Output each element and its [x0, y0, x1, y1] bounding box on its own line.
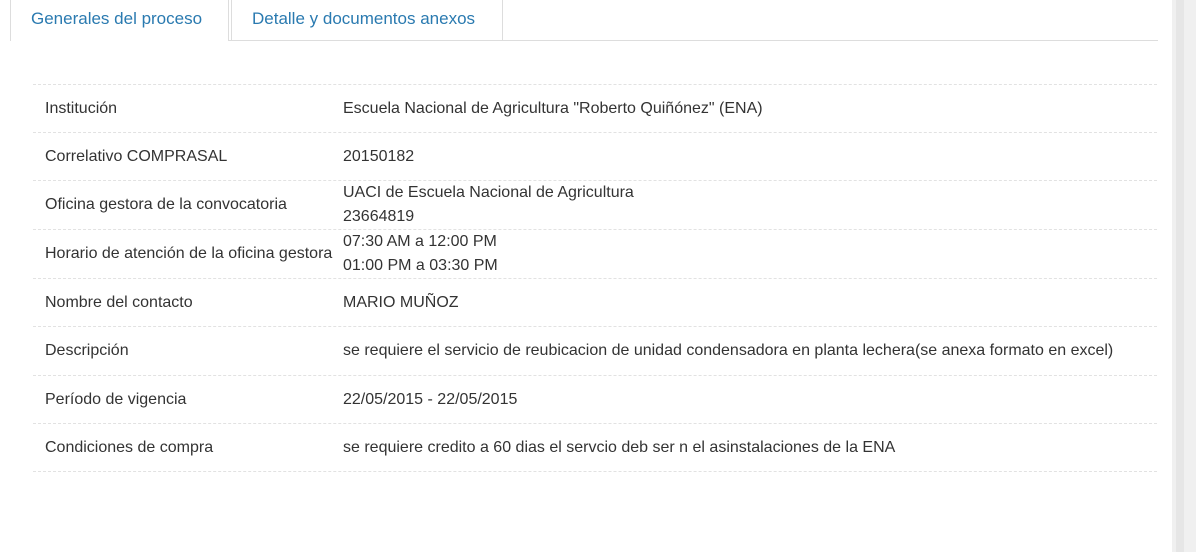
- detail-label: Horario de atención de la oficina gestor…: [45, 245, 333, 262]
- detail-value: se requiere credito a 60 dias el servcio…: [343, 436, 1157, 460]
- detail-label: Oficina gestora de la convocatoria: [45, 196, 287, 213]
- detail-label: Nombre del contacto: [45, 293, 193, 311]
- tab-generales-del-proceso[interactable]: Generales del proceso: [10, 0, 229, 41]
- detail-value-line: 20150182: [343, 147, 415, 165]
- detail-row-descripcion: Descripción se requiere el servicio de r…: [33, 327, 1157, 376]
- detail-value: 20150182: [343, 145, 1157, 169]
- detail-value-line: UACI de Escuela Nacional de Agricultura: [343, 184, 634, 201]
- page: Generales del proceso Detalle y document…: [0, 0, 1196, 552]
- detail-value-line: 01:00 PM a 03:30 PM: [343, 257, 498, 274]
- detail-label: Período de vigencia: [45, 390, 187, 408]
- detail-value: 22/05/2015 - 22/05/2015: [343, 388, 1157, 412]
- process-details-table: Institución Escuela Nacional de Agricult…: [33, 84, 1157, 472]
- detail-row-horario: Horario de atención de la oficina gestor…: [33, 230, 1157, 279]
- detail-value: 07:30 AM a 12:00 PM 01:00 PM a 03:30 PM: [343, 230, 1157, 278]
- detail-label: Institución: [45, 99, 118, 117]
- detail-value-line: Escuela Nacional de Agricultura "Roberto…: [343, 99, 763, 117]
- detail-value: se requiere el servicio de reubicacion d…: [343, 339, 1157, 363]
- scrollbar-thumb[interactable]: [1176, 0, 1184, 552]
- detail-value-line: 07:30 AM a 12:00 PM: [343, 233, 497, 250]
- detail-value-line: MARIO MUÑOZ: [343, 293, 459, 311]
- detail-value-line: se requiere credito a 60 dias el servcio…: [343, 438, 896, 456]
- detail-label: Condiciones de compra: [45, 438, 214, 456]
- detail-label: Descripción: [45, 342, 129, 359]
- detail-row-periodo: Período de vigencia 22/05/2015 - 22/05/2…: [33, 376, 1157, 424]
- detail-value: Escuela Nacional de Agricultura "Roberto…: [343, 97, 1157, 121]
- detail-label: Correlativo COMPRASAL: [45, 147, 228, 165]
- detail-value-line: se requiere el servicio de reubicacion d…: [343, 342, 1114, 359]
- detail-value-line: 23664819: [343, 208, 415, 225]
- detail-value: MARIO MUÑOZ: [343, 291, 1157, 315]
- detail-row-oficina-gestora: Oficina gestora de la convocatoria UACI …: [33, 181, 1157, 230]
- tab-bar: Generales del proceso Detalle y document…: [10, 0, 1158, 41]
- detail-row-correlativo: Correlativo COMPRASAL 20150182: [33, 133, 1157, 181]
- detail-row-condiciones: Condiciones de compra se requiere credit…: [33, 424, 1157, 472]
- tab-detalle-y-documentos-anexos[interactable]: Detalle y documentos anexos: [231, 0, 503, 40]
- detail-row-contacto: Nombre del contacto MARIO MUÑOZ: [33, 279, 1157, 327]
- detail-value: UACI de Escuela Nacional de Agricultura …: [343, 181, 1157, 229]
- detail-value-line: 22/05/2015 - 22/05/2015: [343, 390, 518, 408]
- detail-row-institucion: Institución Escuela Nacional de Agricult…: [33, 85, 1157, 133]
